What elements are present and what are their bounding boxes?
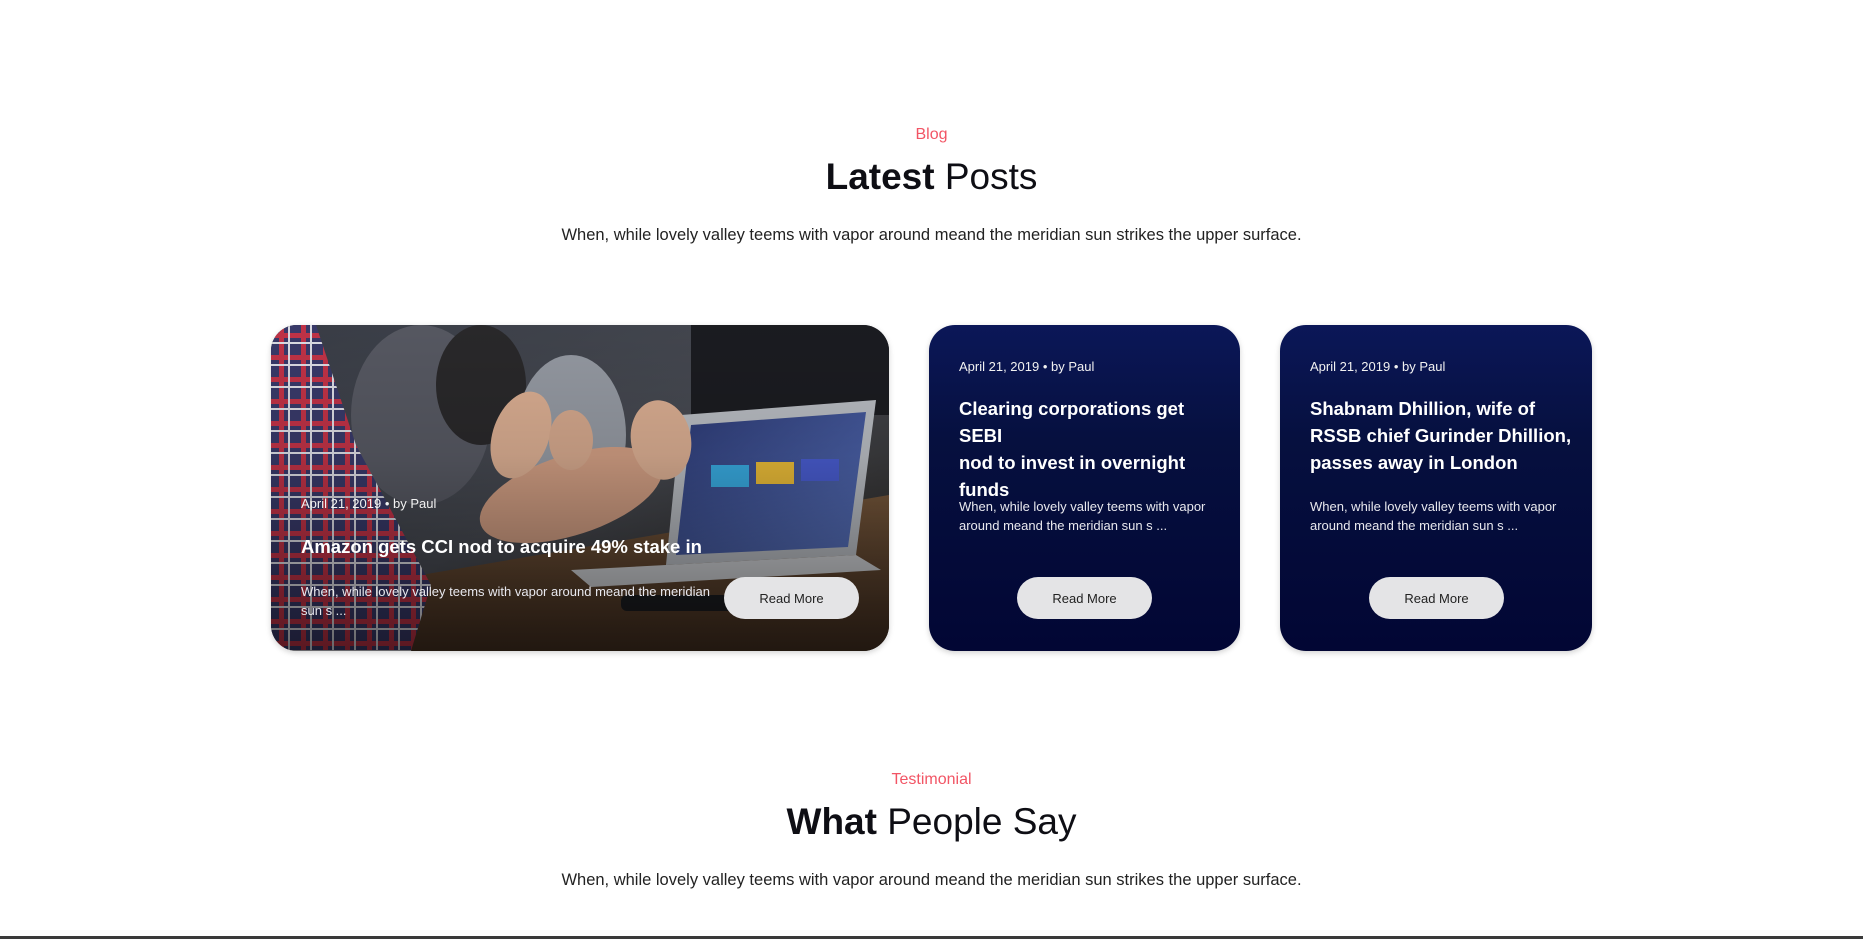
post-excerpt-line: When, while lovely valley teems with vap…	[959, 499, 1206, 514]
testimonial-lead: When, while lovely valley teems with vap…	[561, 871, 1302, 889]
testimonial-heading: What People Say	[0, 801, 1863, 843]
testimonial-section-header: Testimonial What People Say When, while …	[0, 771, 1863, 890]
post-title-line: RSSB chief Gurinder Dhillion,	[1310, 425, 1572, 446]
testimonial-heading-bold: What	[786, 801, 877, 842]
post-excerpt-line: sun s ...	[301, 603, 347, 618]
post-card-1[interactable]: April 21, 2019 • by Paul Amazon gets CCI…	[271, 325, 889, 651]
post-title[interactable]: Clearing corporations get SEBI nod to in…	[959, 395, 1219, 503]
post-card-2[interactable]: April 21, 2019 • by Paul Clearing corpor…	[929, 325, 1240, 651]
post-card-3[interactable]: April 21, 2019 • by Paul Shabnam Dhillio…	[1280, 325, 1592, 651]
page: Blog Latest Posts When, while lovely val…	[0, 0, 1863, 939]
blog-heading-rest: Posts	[944, 156, 1038, 197]
read-more-button[interactable]: Read More	[1017, 577, 1152, 619]
testimonial-heading-rest: People Say	[887, 801, 1077, 842]
post-excerpt: When, while lovely valley teems with vap…	[959, 497, 1219, 535]
post-excerpt: When, while lovely valley teems with vap…	[1310, 497, 1572, 535]
post-excerpt-line: around meand the meridian sun s ...	[1310, 518, 1519, 533]
blog-section-header: Blog Latest Posts When, while lovely val…	[0, 126, 1863, 245]
post-title-line: Shabnam Dhillion, wife of	[1310, 398, 1536, 419]
post-meta: April 21, 2019 • by Paul	[301, 496, 437, 511]
post-title-line: Clearing corporations get SEBI	[959, 398, 1185, 446]
blog-eyebrow: Blog	[915, 126, 948, 143]
post-excerpt-line: When, while lovely valley teems with vap…	[1310, 499, 1557, 514]
post-excerpt: When, while lovely valley teems with vap…	[301, 582, 741, 620]
read-more-button[interactable]: Read More	[1369, 577, 1504, 619]
post-excerpt-line: around meand the meridian sun s ...	[959, 518, 1168, 533]
post-title-line: passes away in London	[1310, 452, 1518, 473]
post-excerpt-line: When, while lovely valley teems with vap…	[301, 584, 710, 599]
blog-heading-bold: Latest	[825, 156, 935, 197]
read-more-button[interactable]: Read More	[724, 577, 859, 619]
post-title-line: nod to invest in overnight	[959, 452, 1186, 473]
post-title[interactable]: Shabnam Dhillion, wife of RSSB chief Gur…	[1310, 395, 1572, 476]
post-meta: April 21, 2019 • by Paul	[959, 359, 1095, 374]
post-title[interactable]: Amazon gets CCI nod to acquire 49% stake…	[301, 533, 861, 560]
post-meta: April 21, 2019 • by Paul	[1310, 359, 1446, 374]
blog-heading: Latest Posts	[0, 156, 1863, 198]
testimonial-eyebrow: Testimonial	[891, 771, 972, 788]
blog-lead: When, while lovely valley teems with vap…	[561, 226, 1302, 244]
